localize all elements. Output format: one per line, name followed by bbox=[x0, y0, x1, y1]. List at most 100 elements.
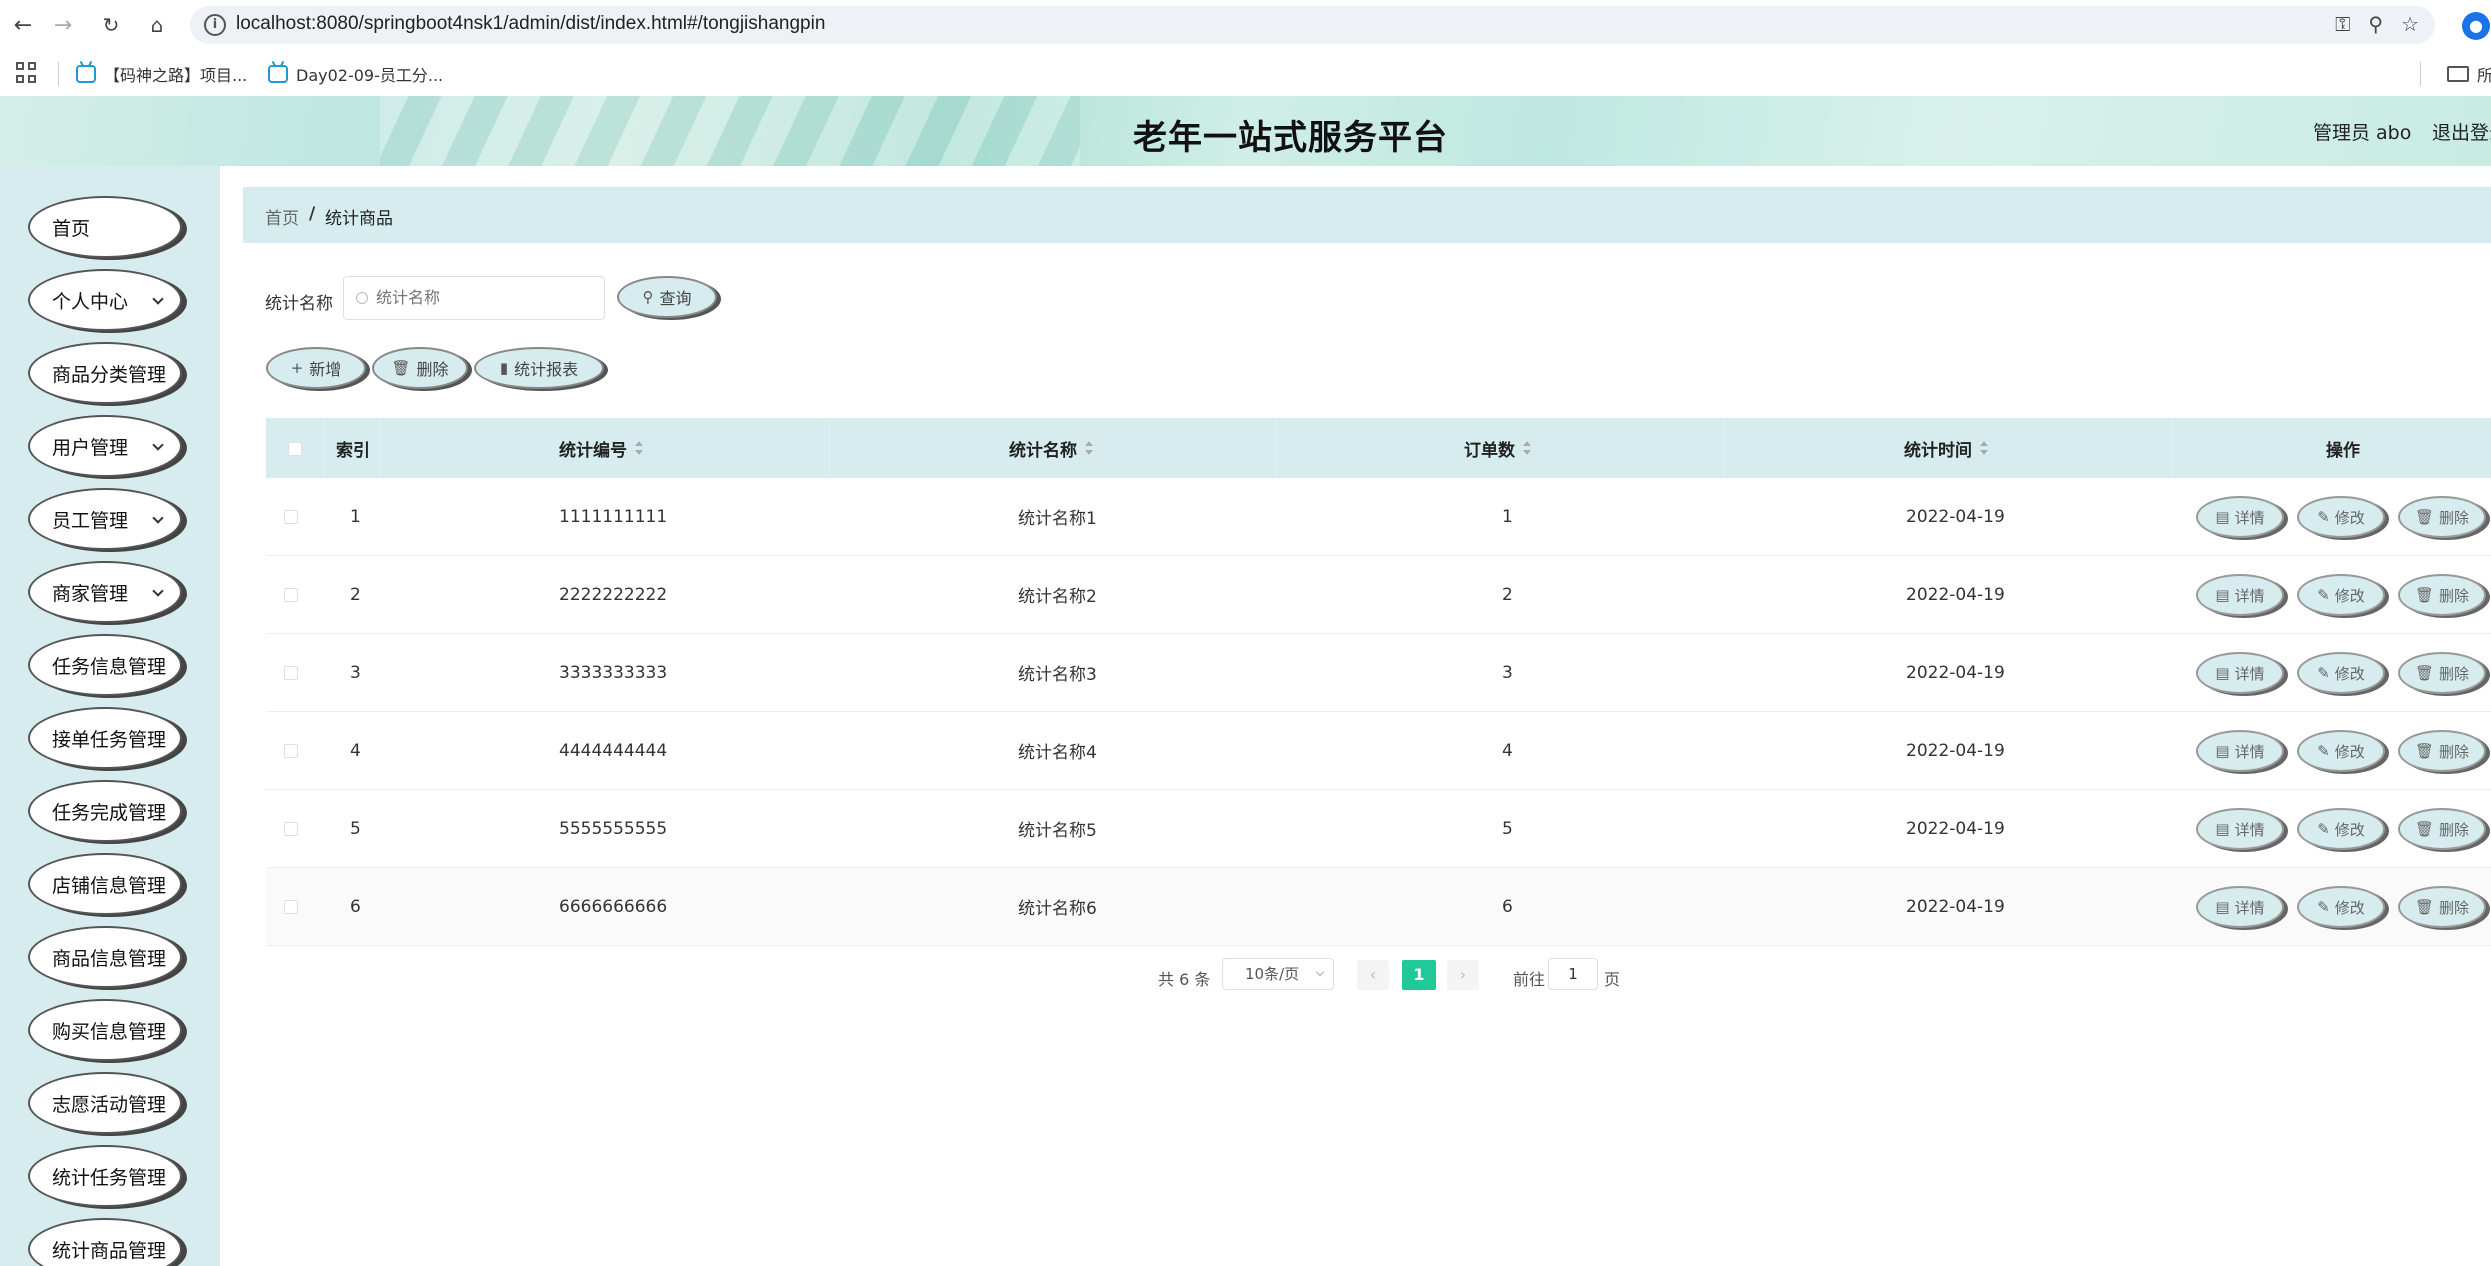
row-checkbox[interactable] bbox=[284, 744, 298, 758]
header-orders[interactable]: 订单数 bbox=[1464, 418, 1531, 478]
sidebar-item[interactable]: 统计商品管理 bbox=[28, 1218, 182, 1266]
breadcrumb: 首页 / 统计商品 bbox=[243, 187, 2491, 243]
search-input-wrapper[interactable] bbox=[343, 276, 605, 320]
edit-button-label: 修改 bbox=[2334, 664, 2365, 683]
row-checkbox[interactable] bbox=[284, 510, 298, 524]
home-icon[interactable]: ⌂ bbox=[142, 10, 172, 40]
edit-button[interactable]: ✎ 修改 bbox=[2297, 496, 2385, 538]
header-name[interactable]: 统计名称 bbox=[1009, 418, 1093, 478]
apps-icon[interactable] bbox=[16, 62, 38, 84]
cell-time: 2022-04-19 bbox=[1906, 506, 2005, 527]
detail-button[interactable]: ▤ 详情 bbox=[2196, 496, 2284, 538]
header-time[interactable]: 统计时间 bbox=[1904, 418, 1988, 478]
row-checkbox[interactable] bbox=[284, 900, 298, 914]
search-label: 统计名称 bbox=[265, 294, 333, 314]
sidebar-item[interactable]: 商品分类管理 bbox=[28, 342, 182, 404]
cell-orders: 3 bbox=[1502, 662, 1513, 683]
query-button[interactable]: ⚲ 查询 bbox=[617, 276, 717, 318]
row-delete-button-label: 删除 bbox=[2439, 508, 2470, 527]
detail-button[interactable]: ▤ 详情 bbox=[2196, 652, 2284, 694]
edit-button[interactable]: ✎ 修改 bbox=[2297, 730, 2385, 772]
divider bbox=[58, 62, 59, 86]
sidebar-item[interactable]: 任务信息管理 bbox=[28, 634, 182, 696]
edit-button[interactable]: ✎ 修改 bbox=[2297, 574, 2385, 616]
sidebar-item[interactable]: 用户管理 bbox=[28, 415, 182, 477]
cell-name: 统计名称2 bbox=[1018, 587, 1097, 607]
sort-icon[interactable] bbox=[1085, 441, 1093, 455]
sidebar-item[interactable]: 购买信息管理 bbox=[28, 999, 182, 1061]
edit-button[interactable]: ✎ 修改 bbox=[2297, 886, 2385, 928]
next-page-button[interactable]: › bbox=[1447, 960, 1479, 990]
pencil-icon: ✎ bbox=[2317, 820, 2330, 838]
sidebar-item[interactable]: 个人中心 bbox=[28, 269, 182, 331]
key-icon[interactable]: ⚿ bbox=[2335, 12, 2350, 36]
prev-page-button[interactable]: ‹ bbox=[1357, 960, 1389, 990]
tv-icon bbox=[76, 65, 96, 83]
row-delete-button[interactable]: 🗑 删除 bbox=[2398, 574, 2486, 616]
row-delete-button-label: 删除 bbox=[2439, 742, 2470, 761]
url-text[interactable]: localhost:8080/springboot4nsk1/admin/dis… bbox=[236, 13, 825, 35]
zoom-icon[interactable]: ⚲ bbox=[2368, 12, 2383, 36]
document-icon: ▤ bbox=[2215, 508, 2230, 526]
trash-icon: 🗑 bbox=[2414, 508, 2435, 526]
detail-button[interactable]: ▤ 详情 bbox=[2196, 730, 2284, 772]
logout-link[interactable]: 退出登录 bbox=[2432, 118, 2491, 145]
row-delete-button[interactable]: 🗑 删除 bbox=[2398, 496, 2486, 538]
page-number-current[interactable]: 1 bbox=[1402, 960, 1436, 990]
sidebar-item-label: 任务完成管理 bbox=[52, 801, 167, 824]
row-delete-button[interactable]: 🗑 删除 bbox=[2398, 808, 2486, 850]
row-checkbox[interactable] bbox=[284, 666, 298, 680]
sidebar-item[interactable]: 首页 bbox=[28, 196, 182, 258]
detail-button[interactable]: ▤ 详情 bbox=[2196, 886, 2284, 928]
row-checkbox[interactable] bbox=[284, 588, 298, 602]
sidebar-item-label: 任务信息管理 bbox=[52, 655, 167, 678]
edit-button[interactable]: ✎ 修改 bbox=[2297, 808, 2385, 850]
row-delete-button[interactable]: 🗑 删除 bbox=[2398, 730, 2486, 772]
sidebar-item[interactable]: 员工管理 bbox=[28, 488, 182, 550]
bookmark-item[interactable]: Day02-09-员工分... bbox=[268, 62, 443, 86]
detail-button[interactable]: ▤ 详情 bbox=[2196, 808, 2284, 850]
admin-label: 管理员 abo bbox=[2313, 122, 2412, 144]
row-delete-button[interactable]: 🗑 删除 bbox=[2398, 886, 2486, 928]
select-all-checkbox[interactable] bbox=[288, 442, 302, 456]
row-delete-button-label: 删除 bbox=[2439, 664, 2470, 683]
row-delete-button-label: 删除 bbox=[2439, 820, 2470, 839]
row-checkbox[interactable] bbox=[284, 822, 298, 836]
cell-name: 统计名称4 bbox=[1018, 743, 1097, 763]
star-icon[interactable]: ☆ bbox=[2401, 12, 2419, 36]
sort-icon[interactable] bbox=[1523, 441, 1531, 455]
delete-button[interactable]: 🗑 删除 bbox=[372, 347, 468, 389]
detail-button[interactable]: ▤ 详情 bbox=[2196, 574, 2284, 616]
browser-toolbar: ← → ↻ ⌂ i localhost:8080/springboot4nsk1… bbox=[0, 0, 2491, 52]
edit-button[interactable]: ✎ 修改 bbox=[2297, 652, 2385, 694]
report-button[interactable]: ▮ 统计报表 bbox=[474, 347, 604, 389]
sidebar-item[interactable]: 统计任务管理 bbox=[28, 1145, 182, 1207]
profile-icon[interactable]: ● bbox=[2462, 12, 2490, 40]
bookmark-folder[interactable]: 所 bbox=[2420, 62, 2491, 86]
search-input[interactable] bbox=[374, 287, 594, 308]
detail-button-label: 详情 bbox=[2234, 586, 2265, 605]
header-code[interactable]: 统计编号 bbox=[559, 418, 643, 478]
forward-icon[interactable]: → bbox=[48, 10, 78, 40]
add-button[interactable]: + 新增 bbox=[266, 347, 366, 389]
cell-orders: 5 bbox=[1502, 818, 1513, 839]
breadcrumb-home[interactable]: 首页 bbox=[265, 204, 299, 229]
address-bar[interactable]: i localhost:8080/springboot4nsk1/admin/d… bbox=[190, 6, 2435, 44]
site-info-icon[interactable]: i bbox=[204, 14, 226, 36]
reload-icon[interactable]: ↻ bbox=[96, 10, 126, 40]
back-icon[interactable]: ← bbox=[8, 10, 38, 40]
sidebar-item-label: 店铺信息管理 bbox=[52, 874, 167, 897]
sidebar-item[interactable]: 志愿活动管理 bbox=[28, 1072, 182, 1134]
trash-icon: 🗑 bbox=[2414, 898, 2435, 916]
sidebar-item[interactable]: 商家管理 bbox=[28, 561, 182, 623]
page-size-select[interactable]: 10条/页 bbox=[1222, 958, 1334, 990]
cell-index: 3 bbox=[350, 662, 361, 683]
goto-page-input[interactable]: 1 bbox=[1548, 958, 1598, 990]
sidebar-item[interactable]: 接单任务管理 bbox=[28, 707, 182, 769]
sidebar-item[interactable]: 店铺信息管理 bbox=[28, 853, 182, 915]
sort-icon[interactable] bbox=[635, 441, 643, 455]
bookmark-item[interactable]: 【码神之路】项目... bbox=[76, 62, 247, 86]
sort-icon[interactable] bbox=[1980, 441, 1988, 455]
sidebar-item[interactable]: 任务完成管理 bbox=[28, 780, 182, 842]
row-delete-button[interactable]: 🗑 删除 bbox=[2398, 652, 2486, 694]
